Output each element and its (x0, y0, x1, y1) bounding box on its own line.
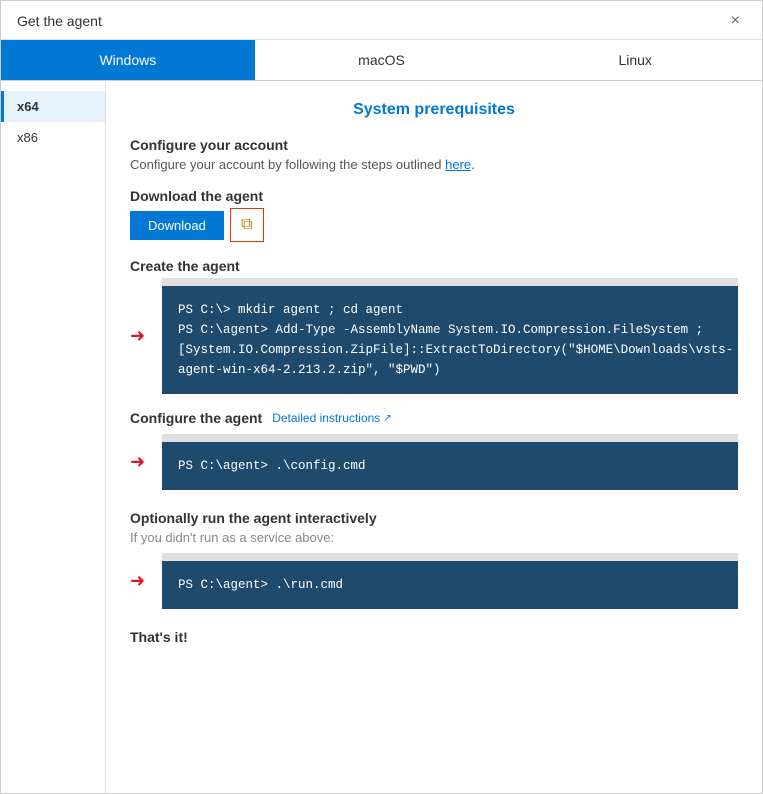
run-agent-code-block-wrapper: PS C:\agent> .\run.cmd (162, 553, 738, 609)
run-agent-code[interactable]: PS C:\agent> .\run.cmd (162, 561, 738, 609)
create-agent-arrow: ➜ (130, 326, 145, 347)
configure-agent-code-wrapper: ➜ PS C:\agent> .\config.cmd (162, 434, 738, 490)
run-agent-code-header (162, 553, 738, 561)
run-agent-desc: If you didn't run as a service above: (130, 530, 738, 545)
create-agent-code-wrapper: ➜ PS C:\> mkdir agent ; cd agent PS C:\a… (162, 278, 738, 394)
create-agent-code-header (162, 278, 738, 286)
here-link[interactable]: here (445, 157, 471, 172)
run-agent-title: Optionally run the agent interactively (130, 510, 738, 526)
content-area: x64 x86 System prerequisites Configure y… (1, 81, 762, 793)
download-agent-title: Download the agent (130, 188, 738, 204)
tab-macos[interactable]: macOS (255, 40, 509, 80)
configure-agent-header: Configure the agent Detailed instruction… (130, 410, 738, 426)
configure-agent-arrow: ➜ (130, 452, 145, 473)
configure-account-title: Configure your account (130, 137, 738, 153)
section-title: System prerequisites (130, 101, 738, 119)
copy-icon: ⧉ (241, 216, 252, 234)
configure-agent-code-block-wrapper: PS C:\agent> .\config.cmd (162, 434, 738, 490)
main-content: System prerequisites Configure your acco… (106, 81, 762, 793)
configure-agent-code[interactable]: PS C:\agent> .\config.cmd (162, 442, 738, 490)
create-agent-code[interactable]: PS C:\> mkdir agent ; cd agent PS C:\age… (162, 286, 738, 394)
run-agent-code-wrapper: ➜ PS C:\agent> .\run.cmd (162, 553, 738, 609)
download-area: Download ⧉ (130, 208, 738, 242)
download-button[interactable]: Download (130, 211, 224, 240)
create-agent-title: Create the agent (130, 258, 738, 274)
sidebar-item-x64[interactable]: x64 (1, 91, 105, 122)
configure-agent-title: Configure the agent (130, 410, 262, 426)
create-agent-code-block-wrapper: PS C:\> mkdir agent ; cd agent PS C:\age… (162, 278, 738, 394)
detailed-instructions-link[interactable]: Detailed instructions ↗ (272, 411, 391, 425)
os-tabs: Windows macOS Linux (1, 40, 762, 81)
dialog-title: Get the agent (17, 13, 102, 29)
copy-download-link-button[interactable]: ⧉ (230, 208, 264, 242)
external-link-icon: ↗ (383, 413, 391, 424)
sidebar-item-x86[interactable]: x86 (1, 122, 105, 153)
tab-windows[interactable]: Windows (1, 40, 255, 80)
get-agent-dialog: Get the agent × Windows macOS Linux x64 … (0, 0, 763, 794)
tab-linux[interactable]: Linux (508, 40, 762, 80)
arch-sidebar: x64 x86 (1, 81, 106, 793)
run-agent-arrow: ➜ (130, 571, 145, 592)
thats-it-label: That's it! (130, 629, 738, 645)
configure-account-desc: Configure your account by following the … (130, 157, 738, 172)
detailed-instructions-label: Detailed instructions (272, 411, 380, 425)
configure-agent-code-header (162, 434, 738, 442)
close-button[interactable]: × (725, 11, 746, 31)
dialog-header: Get the agent × (1, 1, 762, 40)
